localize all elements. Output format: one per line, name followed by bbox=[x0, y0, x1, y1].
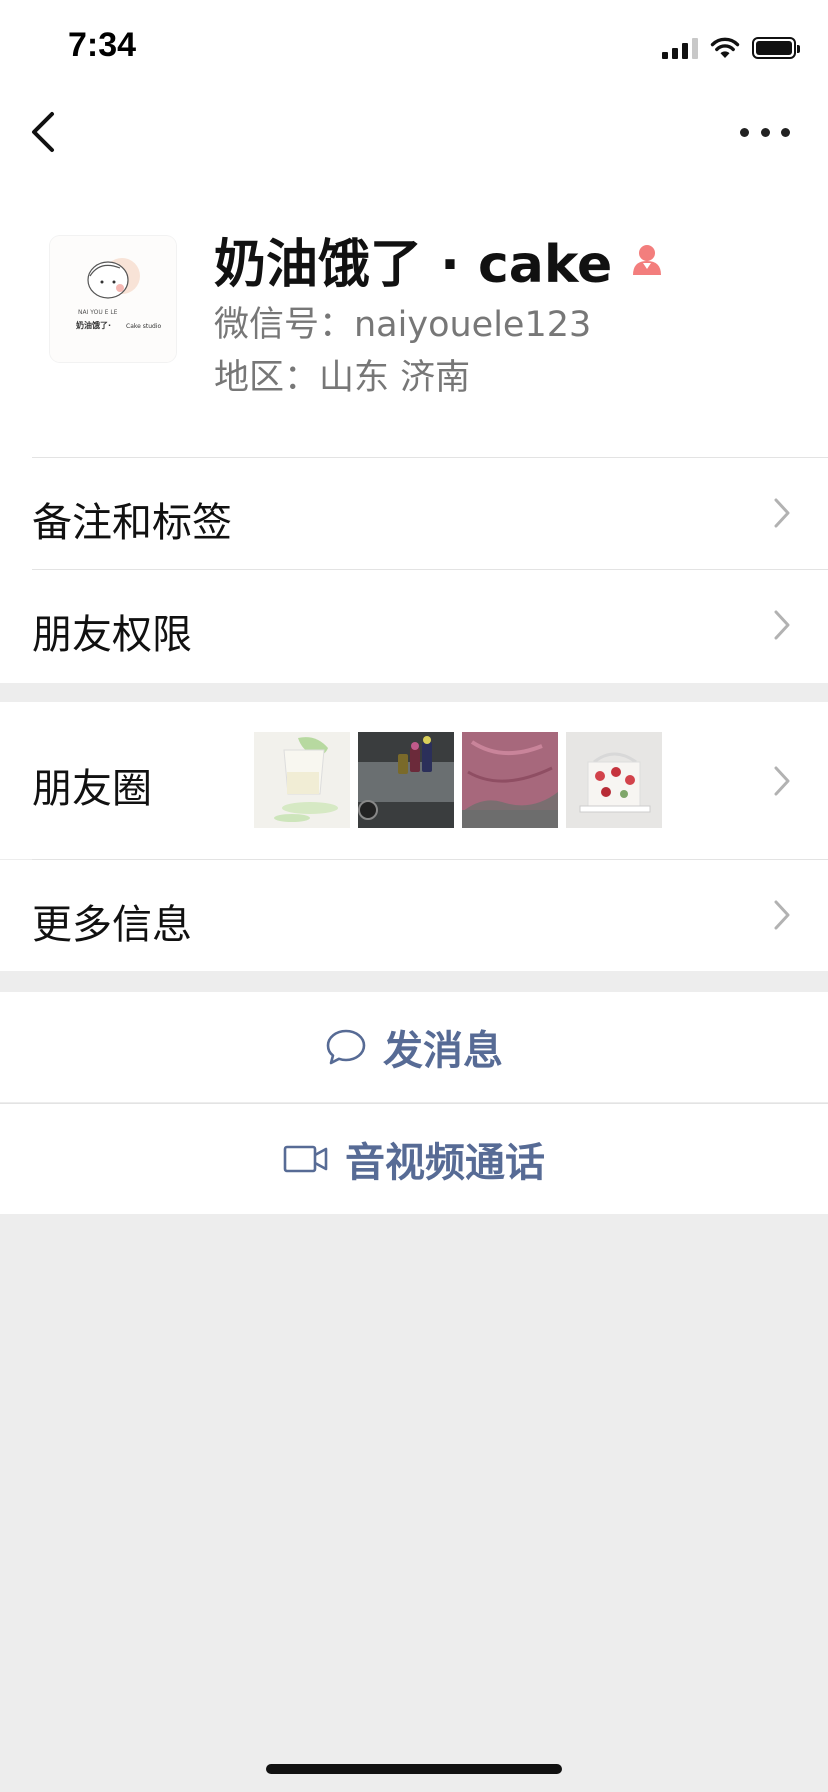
friend-permissions-row[interactable]: 朋友权限 bbox=[0, 570, 828, 681]
moments-thumbnails[interactable] bbox=[254, 732, 662, 828]
profile-name-text: 奶油饿了 · cake bbox=[214, 235, 613, 295]
remark-and-tags-row[interactable]: 备注和标签 bbox=[0, 458, 828, 569]
avatar[interactable]: NAI YOU E LE 奶油饿了· Cake studio bbox=[50, 236, 176, 362]
wechat-id: 微信号：naiyouele123 bbox=[214, 305, 592, 345]
chat-bubble-icon bbox=[326, 1029, 366, 1065]
remark-and-tags-label: 备注和标签 bbox=[32, 500, 232, 546]
svg-text:Cake studio: Cake studio bbox=[126, 323, 161, 330]
more-dot-icon bbox=[760, 127, 770, 137]
home-indicator bbox=[266, 1764, 562, 1774]
more-dot-icon bbox=[740, 127, 749, 137]
profile-name: 奶油饿了 · cake bbox=[214, 222, 666, 297]
more-dot-icon bbox=[781, 127, 790, 137]
back-arrow-icon bbox=[32, 112, 54, 152]
region: 地区：山东 济南 bbox=[214, 358, 471, 398]
more-info-label: 更多信息 bbox=[32, 902, 192, 948]
cellular-signal-icon bbox=[662, 37, 698, 59]
send-message-button[interactable]: 发消息 bbox=[0, 992, 828, 1102]
wifi-icon bbox=[710, 37, 740, 58]
chevron-right-icon bbox=[774, 766, 790, 796]
moments-label: 朋友圈 bbox=[32, 766, 152, 812]
svg-text:NAI YOU E LE: NAI YOU E LE bbox=[78, 309, 118, 316]
send-message-label: 发消息 bbox=[383, 1028, 503, 1074]
chevron-right-icon bbox=[774, 610, 790, 640]
moments-thumbnail bbox=[566, 732, 662, 828]
female-gender-icon bbox=[633, 244, 662, 275]
status-time: 7:34 bbox=[68, 26, 137, 64]
moments-thumbnail bbox=[254, 732, 350, 828]
moments-thumbnail bbox=[462, 732, 558, 828]
svg-text:奶油饿了·: 奶油饿了· bbox=[76, 320, 111, 330]
moments-thumbnail bbox=[358, 732, 454, 828]
voice-video-call-label: 音视频通话 bbox=[345, 1140, 545, 1186]
status-bar: 7:34 bbox=[0, 0, 828, 100]
chevron-right-icon bbox=[774, 498, 790, 528]
battery-icon bbox=[752, 37, 800, 59]
avatar-image: NAI YOU E LE 奶油饿了· Cake studio bbox=[50, 236, 176, 362]
more-info-row[interactable]: 更多信息 bbox=[0, 860, 828, 971]
status-icons bbox=[662, 36, 800, 60]
friend-permissions-label: 朋友权限 bbox=[32, 612, 192, 658]
video-camera-icon bbox=[283, 1145, 328, 1173]
chevron-right-icon bbox=[774, 900, 790, 930]
voice-video-call-button[interactable]: 音视频通话 bbox=[0, 1104, 828, 1214]
back-button[interactable] bbox=[26, 108, 66, 156]
more-options-button[interactable] bbox=[740, 112, 790, 152]
